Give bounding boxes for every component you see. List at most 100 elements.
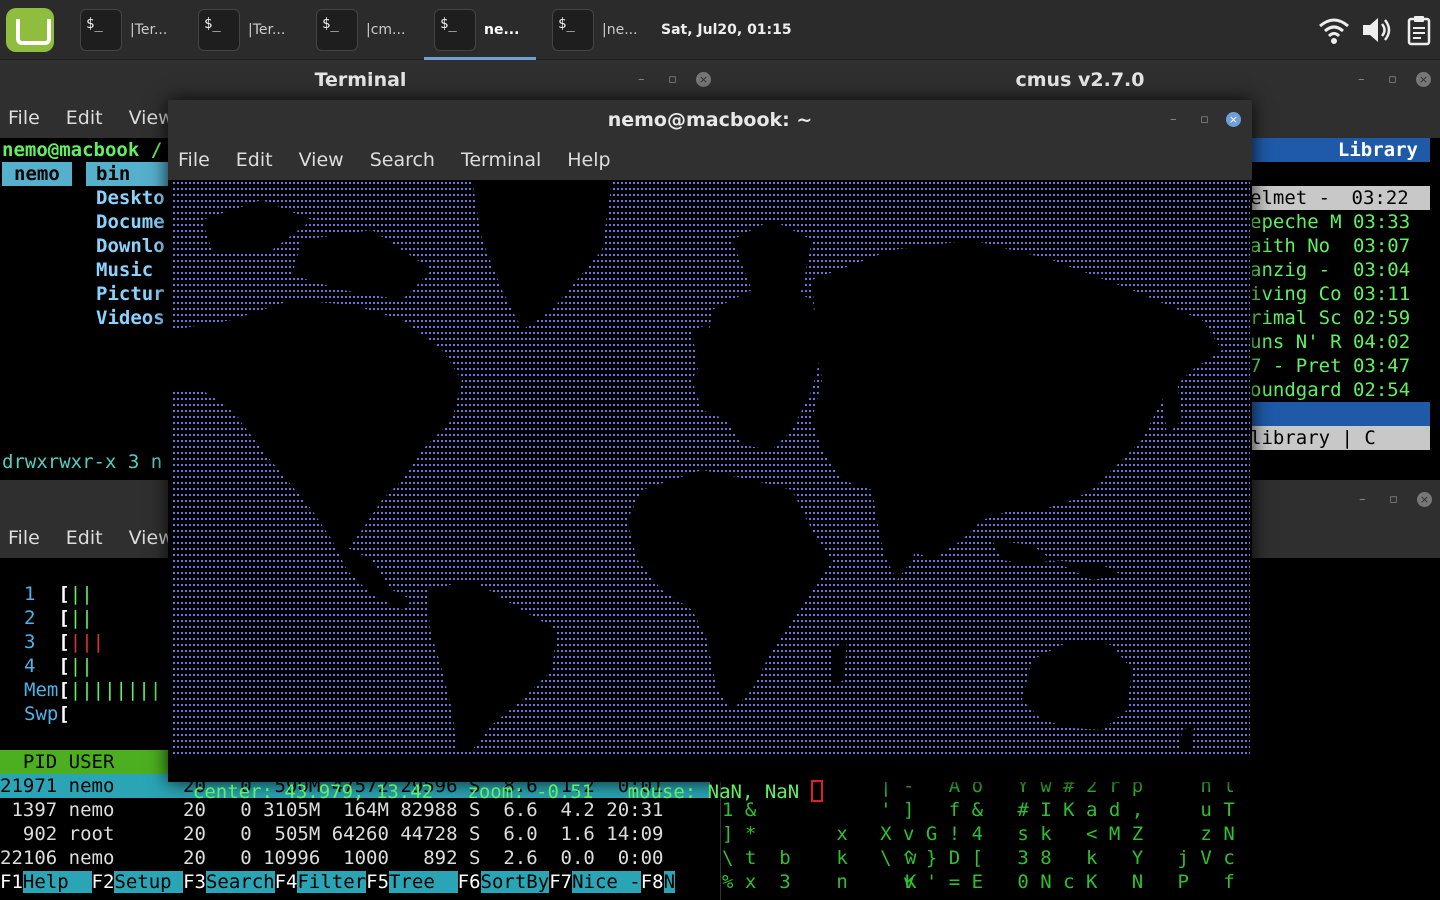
- terminal-icon: $_: [316, 9, 358, 51]
- wifi-icon[interactable]: [1318, 14, 1350, 46]
- close-button[interactable]: ×: [1417, 492, 1432, 507]
- menu-file[interactable]: File: [8, 107, 40, 129]
- minimize-button[interactable]: –: [1358, 70, 1365, 90]
- terminal-icon: $_: [552, 9, 594, 51]
- nnn-tab-bin[interactable]: bin: [86, 162, 170, 186]
- htop-menubar: File Edit View: [0, 518, 174, 558]
- cpu-meter: 3 [|||: [24, 631, 105, 653]
- track-row[interactable]: 7 - Pret 03:47: [1250, 354, 1430, 378]
- track-row[interactable]: iving Co 03:11: [1250, 282, 1430, 306]
- maximize-button[interactable]: ▫: [1389, 490, 1398, 510]
- taskbar-label: |Ter...: [130, 22, 168, 38]
- taskbar-label: |Ter...: [248, 22, 286, 38]
- mem-meter: Mem[||||||||: [24, 679, 162, 701]
- cpu-meters: 1 [|| 2 [|| 3 [||| 4 [|| Mem[|||||||| Sw…: [24, 582, 161, 726]
- track-row[interactable]: rimal Sc 02:59: [1250, 306, 1430, 330]
- menu-edit[interactable]: Edit: [66, 107, 103, 129]
- fkey-f5[interactable]: F5Tree: [366, 870, 458, 894]
- dir-entry[interactable]: Videos: [96, 306, 165, 330]
- cpu-meter: 1 [||: [24, 583, 93, 605]
- menu-view[interactable]: View: [129, 527, 174, 549]
- taskbar-item-1[interactable]: $_ |Ter...: [80, 8, 167, 52]
- cpu-meter: 4 [||: [24, 655, 93, 677]
- menu-edit[interactable]: Edit: [236, 149, 273, 171]
- taskbar-item-4[interactable]: $_ ne...: [434, 8, 519, 52]
- taskbar-label: ne...: [484, 22, 520, 38]
- maximize-button[interactable]: ▫: [1200, 110, 1209, 130]
- cmus-view-line: library | C: [1250, 426, 1430, 450]
- world-map[interactable]: [172, 180, 1250, 756]
- taskbar-label: |cm...: [366, 22, 406, 38]
- window-title: nemo@macbook: ~: [168, 100, 1252, 140]
- terminal-icon: $_: [80, 9, 122, 51]
- swap-meter: Swp[: [24, 703, 70, 725]
- cmus-status-bar: [1250, 402, 1430, 426]
- nnn-tab-nemo[interactable]: nemo: [2, 162, 72, 186]
- track-row[interactable]: uns N' R 04:02: [1250, 330, 1430, 354]
- minimize-button[interactable]: –: [1359, 490, 1366, 510]
- continents-shape: [172, 180, 1222, 752]
- fkey-f2[interactable]: F2Setup: [92, 870, 184, 894]
- process-row[interactable]: 902 root 20 0 505M 64260 44728 S 6.0 1.6…: [0, 822, 664, 846]
- taskbar-item-2[interactable]: $_ |Ter...: [198, 8, 285, 52]
- menu-terminal[interactable]: Terminal: [461, 149, 541, 171]
- clipboard-icon[interactable]: [1404, 14, 1436, 46]
- track-row-selected[interactable]: elmet - 03:22: [1250, 186, 1430, 210]
- window-title: cmus v2.7.0: [720, 60, 1440, 100]
- taskbar-item-5[interactable]: $_ |ne...: [552, 8, 638, 52]
- track-row[interactable]: anzig - 03:04: [1250, 258, 1430, 282]
- terminal-icon: $_: [434, 9, 476, 51]
- fkey-f6[interactable]: F6SortBy: [458, 870, 550, 894]
- maximize-button[interactable]: ▫: [1388, 70, 1397, 90]
- fkey-f3[interactable]: F3Search: [183, 870, 275, 894]
- dir-entry[interactable]: Downlo: [96, 234, 165, 258]
- mint-menu-icon[interactable]: [6, 8, 54, 52]
- process-table-header[interactable]: PID USER: [0, 750, 170, 774]
- cursor: [810, 780, 823, 802]
- fkey-f7[interactable]: F7Nice -: [549, 870, 641, 894]
- library-header: Library: [1250, 138, 1430, 162]
- track-row[interactable]: epeche M 03:33: [1250, 210, 1430, 234]
- clock[interactable]: Sat, Jul20, 01:15: [661, 22, 792, 38]
- dir-entry[interactable]: Deskto: [96, 186, 165, 210]
- track-list: elmet - 03:22 epeche M 03:33 aith No 03:…: [1250, 186, 1430, 402]
- left-terminal-menubar: File Edit View: [0, 98, 174, 138]
- fkey-f4[interactable]: F4Filter: [275, 870, 367, 894]
- menu-view[interactable]: View: [129, 107, 174, 129]
- dir-entry[interactable]: Docume: [96, 210, 165, 234]
- dir-entry[interactable]: Music: [96, 258, 153, 282]
- track-row[interactable]: oundgard 02:54: [1250, 378, 1430, 402]
- menu-view[interactable]: View: [299, 149, 344, 171]
- maximize-button[interactable]: ▫: [668, 70, 677, 90]
- menu-edit[interactable]: Edit: [66, 527, 103, 549]
- cmus-menubar: [1250, 100, 1440, 138]
- terminal-icon: $_: [198, 9, 240, 51]
- volume-icon[interactable]: [1360, 14, 1392, 46]
- dir-entry[interactable]: Pictur: [96, 282, 165, 306]
- function-key-bar: F1Help F2Setup F3Search F4Filter F5Tree …: [0, 870, 676, 894]
- minimize-button[interactable]: –: [1170, 110, 1177, 130]
- menu-file[interactable]: File: [178, 149, 210, 171]
- cpu-meter: 2 [||: [24, 607, 93, 629]
- taskbar-item-3[interactable]: $_ |cm...: [316, 8, 405, 52]
- close-button[interactable]: ×: [696, 72, 711, 87]
- matrix-menubar: [1250, 520, 1440, 558]
- process-row[interactable]: 22106 nemo 20 0 10996 1000 892 S 2.6 0.0…: [0, 846, 663, 870]
- track-row[interactable]: aith No 03:07: [1250, 234, 1430, 258]
- top-panel: $_ |Ter... $_ |Ter... $_ |cm... $_ ne...…: [0, 0, 1440, 60]
- close-button[interactable]: ×: [1226, 112, 1241, 127]
- status-text: center: 43.979, 13.42 zoom: -0.51 mouse:…: [192, 781, 811, 803]
- menu-search[interactable]: Search: [370, 149, 435, 171]
- permission-line: drwxrwxr-x 3 n: [2, 451, 163, 473]
- close-button[interactable]: ×: [1416, 72, 1431, 87]
- map-status-line: center: 43.979, 13.42 zoom: -0.51 mouse:…: [170, 756, 1250, 803]
- front-menubar: File Edit View Search Terminal Help: [168, 140, 1252, 180]
- taskbar-label: |ne...: [602, 22, 638, 38]
- fkey-f8[interactable]: F8N: [641, 870, 676, 894]
- menu-file[interactable]: File: [8, 527, 40, 549]
- menu-help[interactable]: Help: [567, 149, 610, 171]
- minimize-button[interactable]: –: [638, 70, 645, 90]
- window-title: Terminal: [0, 60, 720, 100]
- shell-prompt: nemo@macbook /: [2, 139, 163, 161]
- fkey-f1[interactable]: F1Help: [0, 870, 92, 894]
